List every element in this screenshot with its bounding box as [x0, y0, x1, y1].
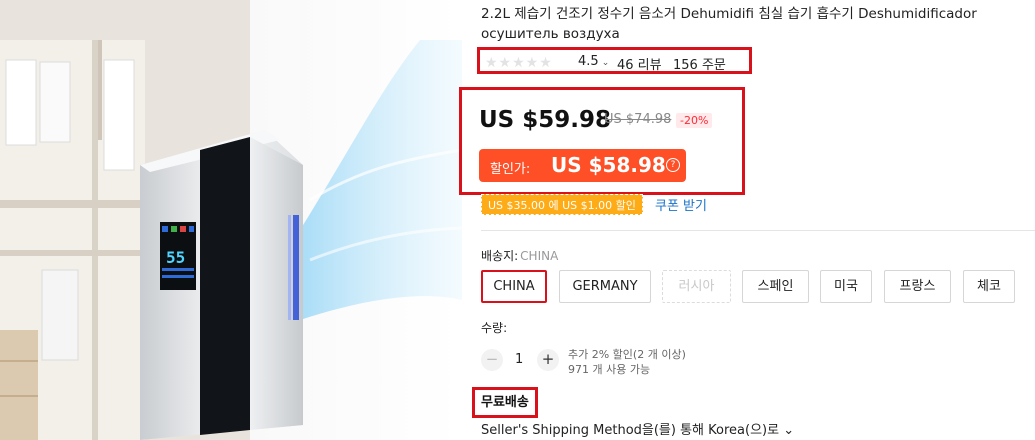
ship-option-china[interactable]: CHINA: [481, 270, 547, 303]
ship-option-russia: 러시아: [662, 270, 731, 303]
coupon-badge: US $35.00 에 US $1.00 할인: [481, 194, 643, 215]
ships-from-value: CHINA: [520, 249, 559, 263]
discount-badge: -20%: [676, 113, 713, 128]
product-info: 2.2L 제습기 건조기 정수기 음소거 Dehumidifi 침실 습기 흡수…: [459, 0, 1035, 440]
bulk-discount-note: 추가 2% 할인(2 개 이상): [568, 348, 686, 361]
sale-price-badge: 할인가: US $58.98 ?: [479, 149, 686, 182]
dehumidifier-photo: 55: [0, 0, 462, 440]
ships-from-label: 배송지:: [481, 249, 519, 263]
quantity-decrease-button[interactable]: −: [481, 349, 503, 371]
product-title: 2.2L 제습기 건조기 정수기 음소거 Dehumidifi 침실 습기 흡수…: [481, 6, 977, 42]
ship-option-czech[interactable]: 체코: [963, 270, 1015, 303]
sale-price-label: 할인가:: [490, 162, 531, 177]
current-price: US $59.98: [479, 107, 612, 133]
get-coupon-link[interactable]: 쿠폰 받기: [655, 195, 707, 214]
divider: [481, 230, 1035, 231]
quantity-increase-button[interactable]: +: [537, 349, 559, 371]
reviews-link[interactable]: 46 리뷰: [617, 54, 662, 73]
shipping-method-select[interactable]: Seller's Shipping Method을(를) 통해 Korea(으)…: [481, 419, 794, 438]
free-shipping-label: 무료배송: [472, 387, 538, 418]
quantity-label: 수량:: [481, 321, 508, 335]
rating-value[interactable]: 4.5 ⌄: [578, 54, 609, 69]
display-digits: 55: [166, 248, 185, 267]
ships-from: 배송지: CHINA: [481, 247, 558, 264]
ship-option-germany[interactable]: GERMANY: [559, 270, 651, 303]
rating-stars-icon: ★★★★★: [485, 55, 553, 71]
question-icon[interactable]: ?: [666, 158, 680, 172]
rating-number: 4.5: [578, 54, 599, 69]
stock-available: 971 개 사용 가능: [568, 363, 651, 376]
ship-option-france[interactable]: 프랑스: [884, 270, 951, 303]
ship-option-spain[interactable]: 스페인: [742, 270, 809, 303]
price-box: US $59.98 US $74.98 -20% 할인가: US $58.98 …: [459, 87, 745, 195]
sale-price: US $58.98: [551, 153, 666, 177]
rating-row: ★★★★★ 4.5 ⌄ 46 리뷰 156 주문: [477, 47, 752, 74]
orders-count: 156 주문: [673, 58, 726, 73]
quantity-value[interactable]: 1: [515, 352, 523, 367]
chevron-down-icon: ⌄: [601, 58, 610, 68]
product-image[interactable]: 55: [0, 0, 462, 440]
original-price: US $74.98: [604, 112, 672, 127]
ship-option-usa[interactable]: 미국: [820, 270, 872, 303]
